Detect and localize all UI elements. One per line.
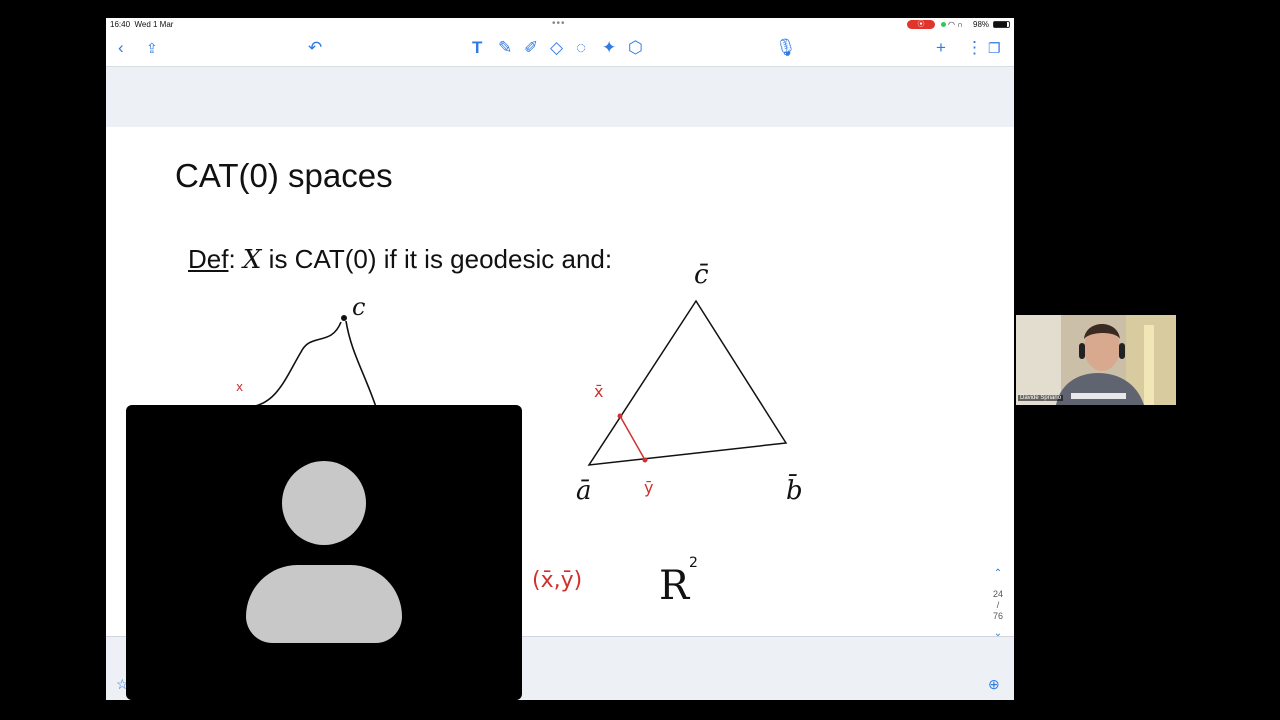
avatar-head-icon <box>282 461 366 545</box>
participant-video-tile[interactable] <box>126 405 522 700</box>
camera-indicator-icon <box>941 22 946 27</box>
left-triangle-curve <box>245 321 342 408</box>
page-up-chevron-icon[interactable]: ⌃ <box>990 568 1006 579</box>
speaker-webcam-thumbnail[interactable]: Davide Spriano <box>1016 315 1176 405</box>
comparison-segment <box>619 415 646 461</box>
share-icon[interactable]: ⇪ <box>146 38 158 58</box>
highlighter-icon[interactable]: ✐ <box>524 38 538 58</box>
battery-icon <box>993 21 1010 28</box>
y-bar-label: ȳ <box>644 478 653 497</box>
pen-icon[interactable]: ✎ <box>498 38 512 58</box>
point-y-bar <box>642 457 648 463</box>
add-icon[interactable]: + <box>936 38 946 58</box>
left-vertex-point <box>341 315 347 321</box>
vertex-a-bar-label: ā <box>576 476 592 506</box>
point-x-bar <box>617 413 623 419</box>
webcam-name-label: Davide Spriano <box>1018 395 1064 401</box>
text-tool-icon[interactable]: T <box>472 38 482 58</box>
x-bar-label: x̄ <box>594 382 603 401</box>
more-icon[interactable]: ⋮ <box>966 38 983 58</box>
left-point-label: x <box>236 380 243 394</box>
battery-percentage: 98% <box>973 20 990 29</box>
pair-label: (x̄,ȳ) <box>532 568 582 593</box>
magic-pen-icon[interactable]: ✦ <box>602 38 616 58</box>
total-pages: 76 <box>992 611 1003 621</box>
microphone-icon[interactable]: 🎙 <box>775 38 797 58</box>
multitask-dots-icon[interactable]: ••• <box>552 18 566 29</box>
pages-icon[interactable]: ❐ <box>988 38 1001 58</box>
back-chevron-icon[interactable]: ‹ <box>118 38 124 58</box>
space-exponent: 2 <box>689 555 698 571</box>
wifi-icon: ◠ ∩ <box>948 20 963 29</box>
current-page: 24 <box>992 589 1003 599</box>
status-time: 16:40 Wed 1 Mar <box>110 20 174 29</box>
comparison-triangle <box>587 299 788 466</box>
toolbar: ‹ ⇪ ↶ T ✎ ✐ ◇ ◌ ✦ ⬡ 🎙 + ⋮ ❐ <box>106 32 1014 67</box>
eraser-icon[interactable]: ◇ <box>550 38 563 58</box>
page-separator-icon: / <box>996 600 1000 610</box>
page-down-chevron-icon[interactable]: ⌄ <box>990 628 1006 639</box>
lasso-icon[interactable]: ◌ <box>576 38 586 58</box>
webcam-image <box>1016 315 1176 405</box>
undo-icon[interactable]: ↶ <box>308 38 322 58</box>
left-triangle-curve-right <box>345 320 377 408</box>
vertex-c-bar-label: c̄ <box>694 260 709 290</box>
left-vertex-label: c <box>352 293 365 321</box>
shapes-icon[interactable]: ⬡ <box>628 38 643 58</box>
page-navigator: ⌃ 24 / 76 ⌄ <box>990 568 1006 639</box>
avatar-body-icon <box>246 565 402 643</box>
vertex-b-bar-label: b̄ <box>786 473 803 506</box>
zoom-icon[interactable]: ⊕ <box>988 676 1000 693</box>
recording-indicator-icon: ⦿ <box>907 20 935 29</box>
status-bar: 16:40 Wed 1 Mar ••• ⦿ ◠ ∩ 98% <box>106 18 1014 32</box>
space-label: R <box>659 563 691 609</box>
